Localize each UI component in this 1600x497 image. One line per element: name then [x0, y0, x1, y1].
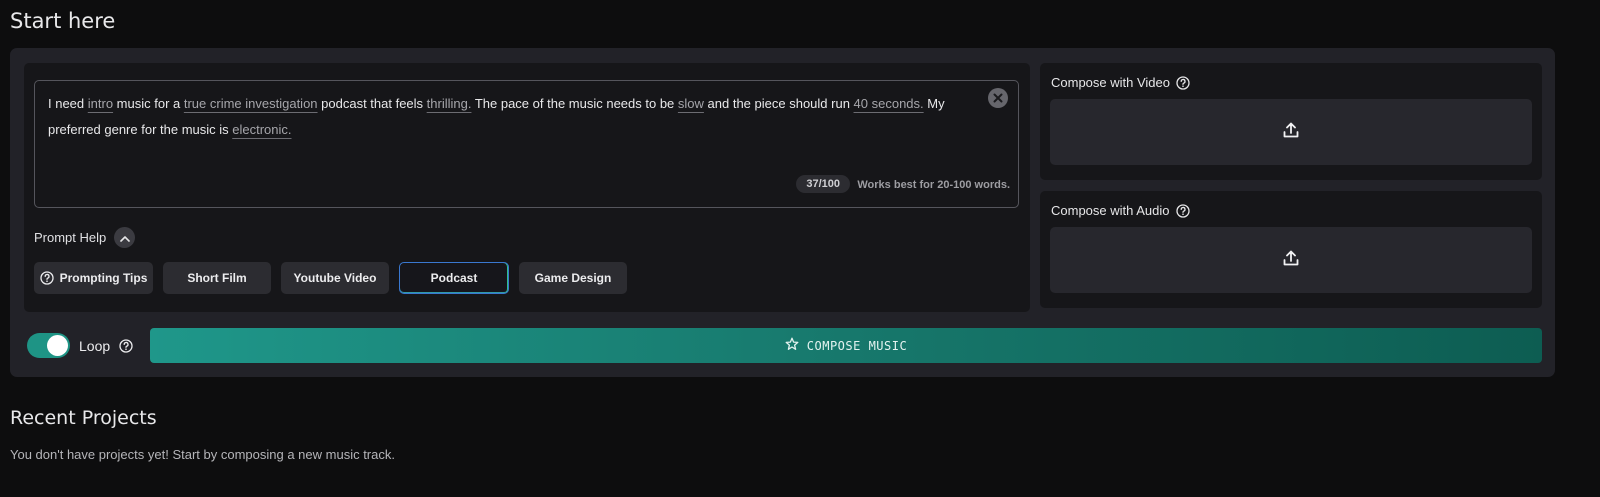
- compose-music-button[interactable]: COMPOSE MUSIC: [150, 328, 1542, 363]
- prompt-text[interactable]: I need intro music for a true crime inve…: [48, 91, 993, 143]
- compose-with-video-card: Compose with Video: [1040, 63, 1542, 180]
- prompt-keyword[interactable]: true crime investigation: [184, 96, 318, 111]
- prompt-help-label: Prompt Help: [34, 230, 107, 245]
- compose-with-video-title: Compose with Video: [1051, 75, 1170, 90]
- chip-label: Short Film: [187, 271, 247, 285]
- question-circle-icon: [39, 271, 54, 285]
- compose-with-audio-title: Compose with Audio: [1051, 203, 1170, 218]
- help-icon[interactable]: [119, 338, 133, 353]
- loop-toggle[interactable]: [27, 333, 70, 358]
- prompt-keyword[interactable]: intro: [88, 96, 113, 111]
- prompt-keyword[interactable]: 40 seconds.: [854, 96, 924, 111]
- prompt-keyword[interactable]: electronic.: [232, 122, 291, 137]
- chip-game-design[interactable]: Game Design: [519, 262, 627, 294]
- clear-prompt-button[interactable]: [988, 88, 1008, 108]
- close-icon: [993, 90, 1003, 107]
- chip-youtube-video[interactable]: Youtube Video: [281, 262, 389, 294]
- toggle-knob: [47, 335, 68, 356]
- compose-with-audio-header: Compose with Audio: [1051, 203, 1190, 218]
- start-here-heading: Start here: [10, 9, 116, 33]
- prompt-textarea[interactable]: I need intro music for a true crime inve…: [34, 80, 1019, 208]
- prompt-segment: I need: [48, 96, 88, 111]
- video-upload-dropzone[interactable]: [1050, 99, 1532, 165]
- chip-label: Podcast: [430, 271, 478, 285]
- recent-projects-heading: Recent Projects: [10, 407, 157, 429]
- upload-icon: [1282, 249, 1300, 272]
- prompt-keyword[interactable]: slow: [678, 96, 704, 111]
- loop-control: Loop: [27, 333, 133, 358]
- chip-label: Youtube Video: [293, 271, 377, 285]
- chip-label: Game Design: [534, 271, 612, 285]
- chip-prompting-tips[interactable]: Prompting Tips: [34, 262, 153, 294]
- compose-music-label: COMPOSE MUSIC: [806, 338, 908, 353]
- prompt-help-header: Prompt Help: [34, 227, 136, 248]
- prompt-segment: music for a: [113, 96, 184, 111]
- compose-with-video-header: Compose with Video: [1051, 75, 1190, 90]
- word-count-badge: 37/100: [796, 175, 850, 193]
- prompt-help-toggle[interactable]: [114, 227, 136, 248]
- chevron-up-icon: [119, 230, 130, 245]
- upload-icon: [1282, 121, 1300, 144]
- loop-label: Loop: [79, 337, 111, 354]
- chip-short-film[interactable]: Short Film: [163, 262, 271, 294]
- prompt-help-chips: Prompting Tips Short Film Youtube Video …: [34, 262, 627, 294]
- prompt-keyword[interactable]: thrilling.: [427, 96, 472, 111]
- help-icon[interactable]: [1176, 75, 1190, 90]
- help-icon[interactable]: [1175, 203, 1190, 218]
- prompt-segment: and the piece should run: [703, 96, 854, 111]
- empty-projects-message: You don't have projects yet! Start by co…: [10, 447, 395, 462]
- word-count-hint: Works best for 20-100 words.: [857, 179, 1010, 191]
- chip-podcast[interactable]: Podcast: [399, 262, 509, 294]
- prompt-segment: The pace of the music needs to be: [471, 96, 678, 111]
- sparkle-star-icon: [785, 337, 799, 354]
- audio-upload-dropzone[interactable]: [1050, 227, 1532, 293]
- chip-label: Prompting Tips: [59, 271, 148, 285]
- compose-with-audio-card: Compose with Audio: [1040, 191, 1542, 308]
- prompt-segment: podcast that feels: [317, 96, 427, 111]
